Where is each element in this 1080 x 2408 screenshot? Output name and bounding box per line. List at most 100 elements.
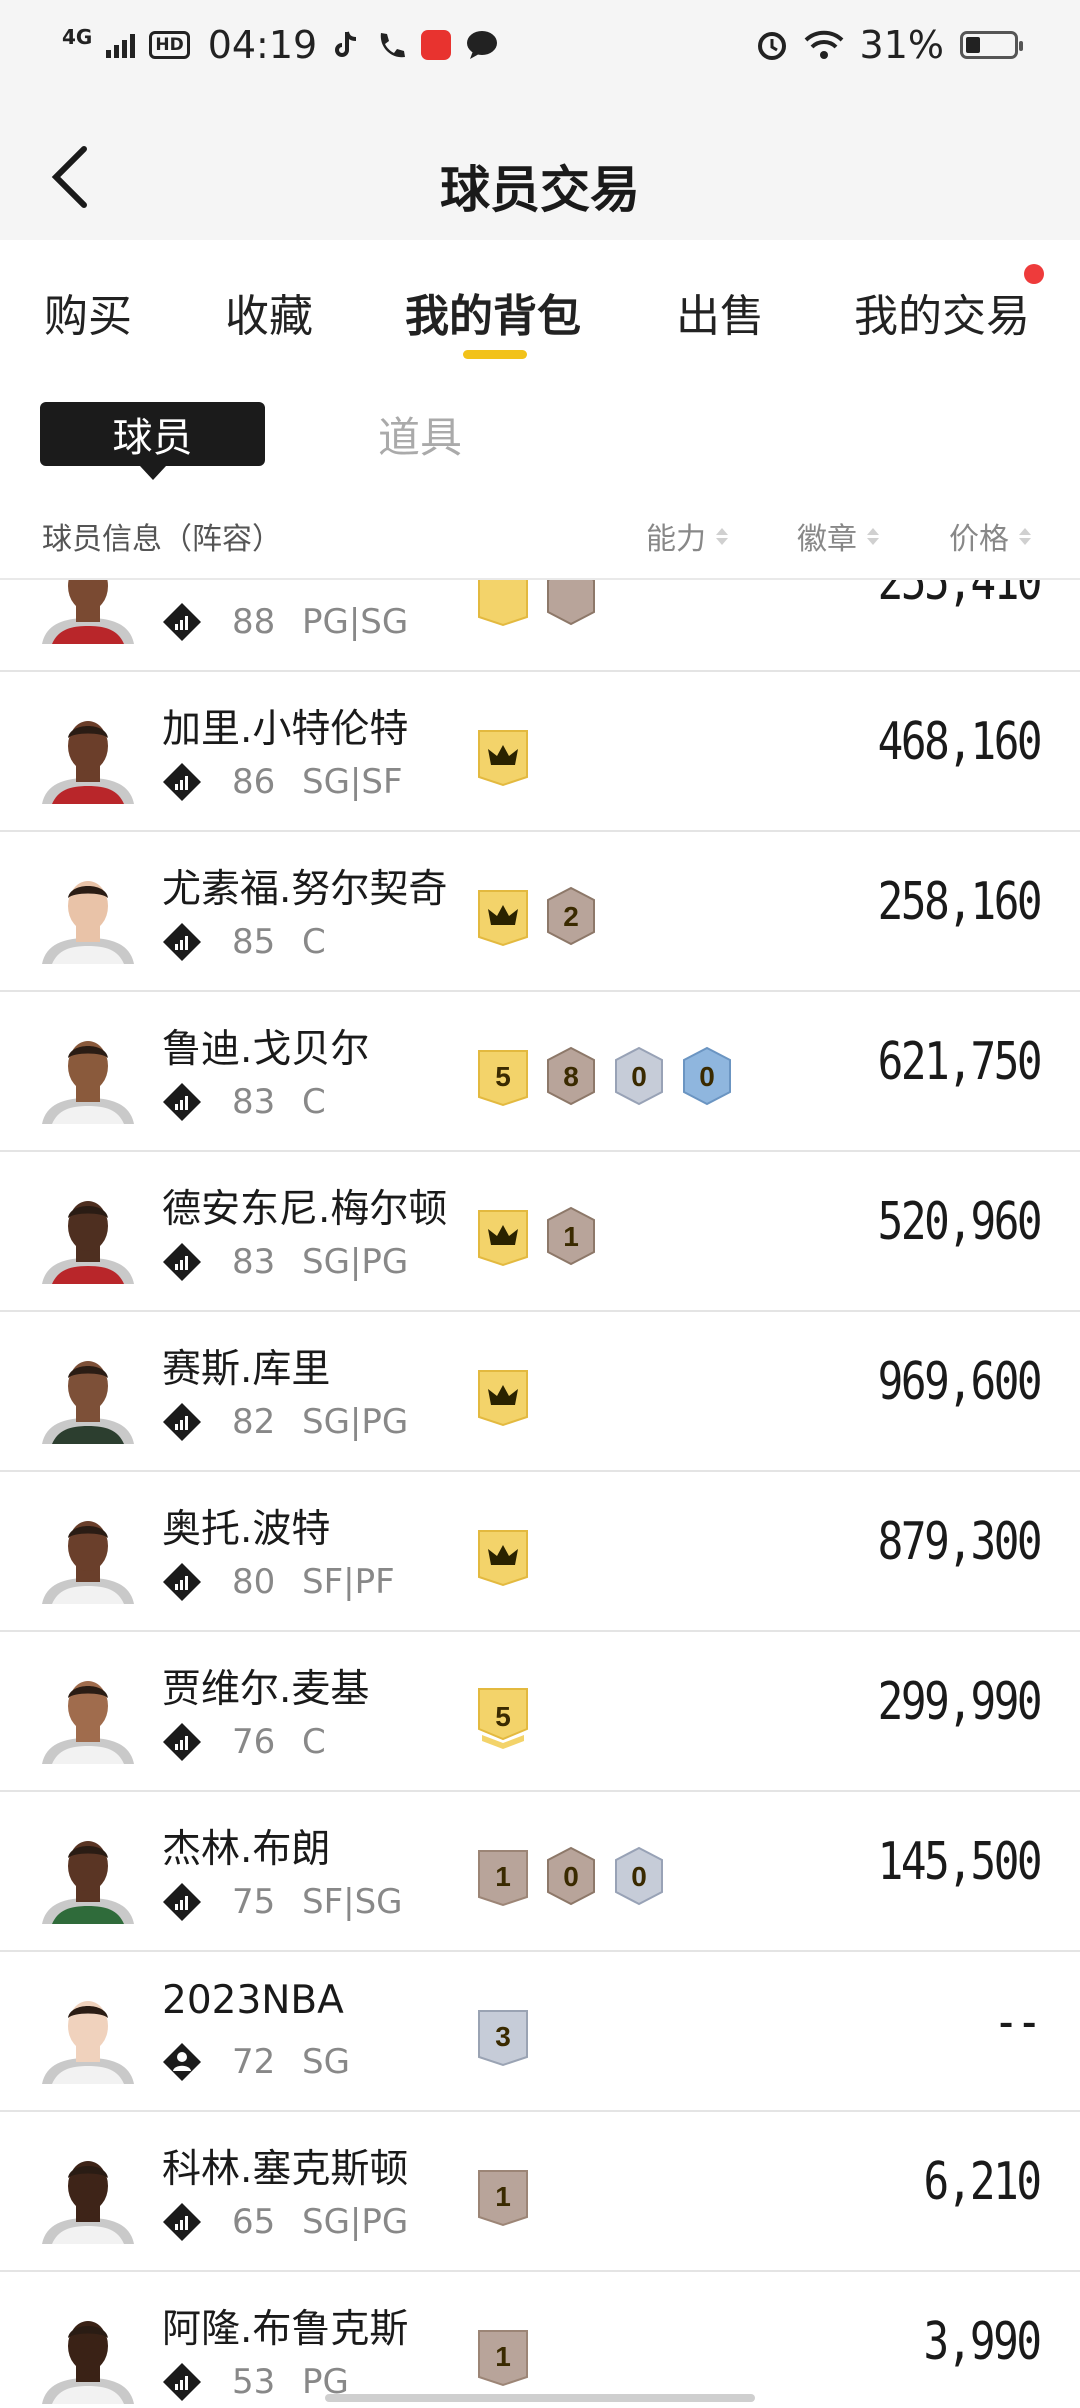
player-row[interactable]: 阿隆.布鲁克斯 53 PG 1 3,990 (0, 2272, 1080, 2408)
player-meta: 82 SG|PG (162, 1402, 408, 1442)
player-row[interactable]: 赛斯.库里 82 SG|PG 969,600 (0, 1312, 1080, 1472)
player-name: 2023NBA (162, 1978, 344, 2023)
phone-call-icon (380, 33, 406, 58)
crown-badge-icon (476, 1526, 530, 1588)
player-rating: 86 (232, 762, 276, 802)
svg-text:5: 5 (495, 1701, 511, 1732)
svg-text:3: 3 (495, 2021, 511, 2052)
crown-badge-icon (476, 1206, 530, 1268)
player-meta: 83 C (162, 1082, 326, 1122)
player-avatar (40, 2308, 136, 2404)
player-rating: 83 (232, 1242, 276, 1282)
player-positions: C (302, 1082, 326, 1122)
subtab-players[interactable]: 球员 (40, 402, 265, 480)
player-price: 258,160 (877, 872, 1043, 932)
player-row[interactable]: 德安东尼.梅尔顿 83 SG|PG 1 520,960 (0, 1152, 1080, 1312)
battery-percent: 31% (859, 23, 944, 67)
player-name: 科林.塞克斯顿 (162, 2147, 409, 2192)
player-price: 299,990 (877, 1672, 1043, 1732)
clock: 04:19 (207, 23, 318, 67)
sort-badge[interactable]: 徽章 (797, 514, 879, 558)
player-rating: 83 (232, 1082, 276, 1122)
badge-icon: 1 (476, 2326, 530, 2388)
sort-ability[interactable]: 能力 (646, 514, 728, 558)
player-row[interactable]: 88 PG|SG 255,410 (0, 580, 1080, 672)
app-notification-icon (421, 30, 452, 60)
player-avatar (40, 1188, 136, 1284)
signal-icon (106, 32, 136, 58)
badge-icon: 1 (476, 1846, 530, 1908)
badge-icon: 5 (476, 1686, 530, 1749)
player-name: 阿隆.布鲁克斯 (162, 2307, 409, 2352)
column-badge-label: 徽章 (797, 522, 857, 557)
player-price: 520,960 (877, 1192, 1043, 1252)
player-name: 赛斯.库里 (162, 1347, 331, 1392)
player-meta: 85 C (162, 922, 326, 962)
sort-price[interactable]: 价格 (949, 514, 1031, 558)
sort-icon (1019, 527, 1031, 545)
battery-icon (960, 31, 1023, 59)
network-type: 4G (62, 25, 93, 49)
player-avatar (40, 2148, 136, 2244)
badge-list: 3 (476, 2006, 530, 2068)
badge-icon: 1 (476, 2166, 530, 2228)
crown-badge-icon (476, 726, 530, 788)
tab-my-bag[interactable]: 我的背包 (405, 280, 581, 344)
card-type-icon (162, 2362, 202, 2402)
svg-text:1: 1 (563, 1221, 579, 1252)
badge-icon: 2 (544, 886, 598, 948)
column-price-label: 价格 (949, 522, 1009, 557)
home-indicator (325, 2394, 755, 2402)
svg-text:5: 5 (495, 1061, 511, 1092)
column-player-info: 球员信息（阵容） (42, 522, 282, 557)
badge-icon: 3 (476, 2006, 530, 2068)
card-type-icon (162, 1562, 202, 1602)
tab-bar: 购买 收藏 我的背包 出售 我的交易 (0, 240, 1080, 380)
subtab-items[interactable]: 道具 (378, 404, 462, 465)
alarm-icon (757, 32, 786, 60)
badge-list: 5 (476, 1686, 530, 1749)
column-header: 球员信息（阵容） 能力 徽章 价格 (0, 500, 1080, 580)
tab-buy[interactable]: 购买 (44, 280, 132, 344)
svg-text:1: 1 (495, 2181, 511, 2212)
tab-favorites[interactable]: 收藏 (225, 280, 313, 344)
badge-icon: 0 (612, 1846, 666, 1908)
sort-icon (867, 527, 879, 545)
player-row[interactable]: 杰林.布朗 75 SF|SG 1 0 0 145,500 (0, 1792, 1080, 1952)
player-meta: 80 SF|PF (162, 1562, 395, 1602)
player-row[interactable]: 贾维尔.麦基 76 C 5 299,990 (0, 1632, 1080, 1792)
player-meta: 75 SF|SG (162, 1882, 403, 1922)
player-rating: 82 (232, 1402, 276, 1442)
badge-icon: 8 (544, 1046, 598, 1108)
player-price: 879,300 (877, 1512, 1043, 1572)
svg-text:1: 1 (495, 1861, 511, 1892)
badge-icon (544, 580, 598, 628)
player-name: 加里.小特伦特 (162, 707, 409, 752)
player-row[interactable]: 科林.塞克斯顿 65 SG|PG 1 6,210 (0, 2112, 1080, 2272)
player-row[interactable]: 2023NBA 72 SG 3 -- (0, 1952, 1080, 2112)
card-type-icon (162, 1402, 202, 1442)
tab-my-trades[interactable]: 我的交易 (854, 280, 1030, 344)
badge-list: 1 0 0 (476, 1846, 666, 1908)
svg-text:0: 0 (631, 1061, 647, 1092)
column-ability-label: 能力 (646, 522, 706, 557)
player-row[interactable]: 加里.小特伦特 86 SG|SF 468,160 (0, 672, 1080, 832)
player-price: -- (993, 1992, 1043, 2052)
player-row[interactable]: 尤素福.努尔契奇 85 C 2 258,160 (0, 832, 1080, 992)
tab-sell[interactable]: 出售 (676, 280, 764, 344)
player-row[interactable]: 鲁迪.戈贝尔 83 C 5 8 0 0 621,750 (0, 992, 1080, 1152)
player-avatar (40, 580, 136, 644)
player-meta: 88 PG|SG (162, 602, 408, 642)
badge-list: 1 (476, 2166, 530, 2228)
player-list[interactable]: 88 PG|SG 255,410 加里.小特伦特 86 SG|SF 468,16… (0, 580, 1080, 2408)
hd-icon: HD (149, 31, 190, 59)
player-meta: 65 SG|PG (162, 2202, 408, 2242)
player-avatar (40, 1668, 136, 1764)
player-avatar (40, 1508, 136, 1604)
badge-list: 5 8 0 0 (476, 1046, 734, 1108)
player-row[interactable]: 奥托.波特 80 SF|PF 879,300 (0, 1472, 1080, 1632)
player-avatar (40, 708, 136, 804)
badge-list: 1 (476, 2326, 530, 2388)
crown-badge-icon (476, 886, 530, 948)
badge-icon: 1 (544, 1206, 598, 1268)
